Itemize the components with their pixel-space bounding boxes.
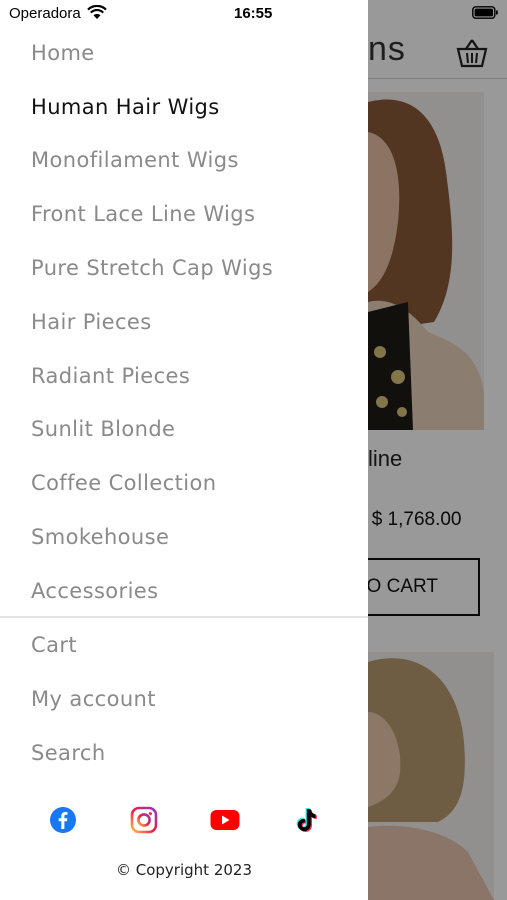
menu-item-coffee-collection[interactable]: Coffee Collection: [0, 456, 368, 510]
menu-item-home[interactable]: Home: [0, 26, 368, 80]
menu-item-monofilament-wigs[interactable]: Monofilament Wigs: [0, 134, 368, 188]
menu-item-hair-pieces[interactable]: Hair Pieces: [0, 295, 368, 349]
status-bar: Operadora 16:55: [0, 0, 507, 26]
menu-item-pure-stretch-cap-wigs[interactable]: Pure Stretch Cap Wigs: [0, 241, 368, 295]
tiktok-icon[interactable]: [290, 805, 320, 835]
category-menu: Home Human Hair Wigs Monofilament Wigs F…: [0, 26, 368, 618]
menu-item-sunlit-blonde[interactable]: Sunlit Blonde: [0, 403, 368, 457]
facebook-icon[interactable]: [48, 805, 78, 835]
menu-item-human-hair-wigs[interactable]: Human Hair Wigs: [0, 80, 368, 134]
copyright-text: © Copyright 2023: [115, 861, 252, 879]
menu-item-my-account[interactable]: My account: [0, 672, 368, 726]
menu-item-front-lace-line-wigs[interactable]: Front Lace Line Wigs: [0, 187, 368, 241]
wifi-icon: [87, 5, 107, 19]
menu-item-cart[interactable]: Cart: [0, 618, 368, 672]
menu-item-search[interactable]: Search: [0, 726, 368, 780]
status-time: 16:55: [234, 5, 273, 22]
carrier-name: Operadora: [9, 5, 81, 22]
side-drawer: Home Human Hair Wigs Monofilament Wigs F…: [0, 0, 368, 900]
menu-item-accessories[interactable]: Accessories: [0, 564, 368, 618]
social-links: [0, 805, 368, 835]
youtube-icon[interactable]: [210, 805, 240, 835]
menu-item-radiant-pieces[interactable]: Radiant Pieces: [0, 349, 368, 403]
battery-icon: [472, 6, 498, 19]
menu-item-smokehouse[interactable]: Smokehouse: [0, 510, 368, 564]
instagram-icon[interactable]: [129, 805, 159, 835]
account-menu: Cart My account Search: [0, 618, 368, 780]
